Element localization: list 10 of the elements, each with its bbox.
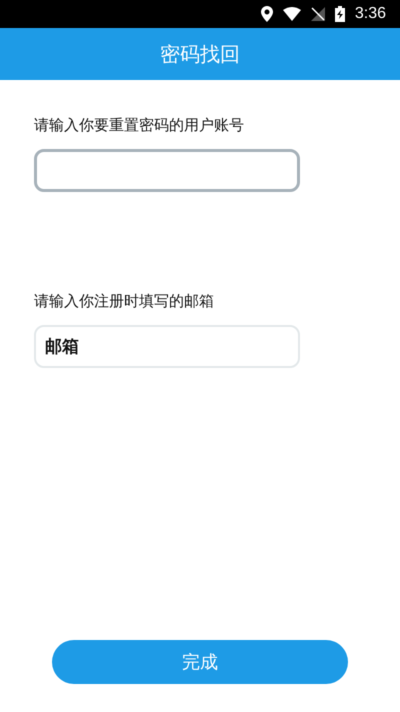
status-time: 3:36 bbox=[354, 5, 386, 23]
no-signal-icon bbox=[310, 7, 325, 21]
field-label: 请输入你要重置密码的用户账号 bbox=[34, 116, 245, 135]
field-label: 请输入你注册时填写的邮箱 bbox=[34, 292, 215, 311]
page-title: 密码找回 bbox=[160, 40, 240, 68]
input-field[interactable]: 邮箱 bbox=[34, 325, 300, 368]
battery-charging-icon bbox=[334, 6, 345, 22]
input-field[interactable] bbox=[34, 149, 300, 192]
wifi-icon bbox=[282, 7, 301, 21]
location-icon bbox=[260, 6, 273, 22]
